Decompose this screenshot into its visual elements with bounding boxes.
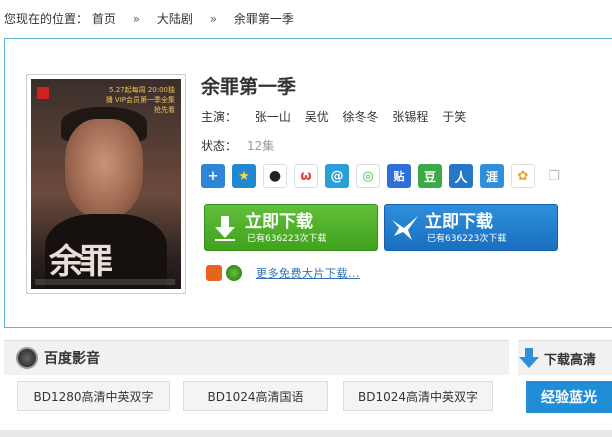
- detail-panel: 5.27起每周 20:00独播 VIP会员第一季全集抢先看 余罪 余罪第一季 主…: [4, 38, 612, 328]
- huaban-icon[interactable]: 涯: [480, 164, 504, 188]
- breadcrumb-item-category[interactable]: 大陆剧: [157, 0, 193, 38]
- film-reel-icon: [16, 347, 38, 369]
- divider: [0, 430, 612, 437]
- copy-icon[interactable]: ❐: [542, 164, 566, 188]
- arrow-down-icon: [206, 265, 222, 281]
- page-title: 余罪第一季: [201, 76, 297, 98]
- download-button-primary[interactable]: 立即下载 已有636223次下载: [204, 204, 378, 251]
- cast-member[interactable]: 张锡程: [392, 110, 428, 124]
- weibo-icon[interactable]: ω: [294, 164, 318, 188]
- breadcrumb-prefix: 您现在的位置：: [4, 12, 89, 26]
- douban-icon[interactable]: 豆: [418, 164, 442, 188]
- cast-member[interactable]: 徐冬冬: [343, 110, 379, 124]
- breadcrumb-separator: »: [209, 12, 218, 26]
- download-arrow-icon: [205, 205, 245, 250]
- qq-penguin-icon[interactable]: ●: [263, 164, 287, 188]
- qzone-star-icon[interactable]: ★: [232, 164, 256, 188]
- status-value: 12集: [247, 139, 275, 153]
- cast-label: 主演：: [201, 110, 238, 124]
- poster-logo: 余罪: [49, 242, 113, 282]
- cast-member[interactable]: 吴优: [305, 110, 329, 124]
- version-button[interactable]: BD1024高清中英双字: [343, 381, 493, 411]
- poster-image[interactable]: 5.27起每周 20:00独播 VIP会员第一季全集抢先看 余罪: [26, 74, 186, 294]
- share-toolbar: + ★ ● ω @ ◎ 贴 豆 人 涯 ✿ ❐: [201, 164, 573, 188]
- plus-share-icon[interactable]: +: [201, 164, 225, 188]
- renren-icon[interactable]: 人: [449, 164, 473, 188]
- tencent-weibo-icon[interactable]: @: [325, 164, 349, 188]
- breadcrumb-separator: »: [132, 12, 141, 26]
- version-button[interactable]: BD1024高清国语: [183, 381, 328, 411]
- section-title: 下载高清: [544, 352, 597, 368]
- cast-list: 主演： 张一山 吴优 徐冬冬 张锡程 于笑: [201, 108, 476, 125]
- status-line: 状态： 12集: [201, 137, 274, 154]
- more-downloads-row: 更多免费大片下载...: [206, 264, 360, 282]
- xunlei-bird-icon: [385, 205, 425, 250]
- version-button[interactable]: BD1280高清中英双字: [17, 381, 170, 411]
- cast-member[interactable]: 于笑: [442, 110, 466, 124]
- cast-member[interactable]: 张一山: [255, 110, 291, 124]
- download-label: 立即下载: [425, 211, 493, 232]
- hq-download-header: 下载高清: [518, 340, 612, 375]
- baidu-player-header: 百度影音: [4, 340, 509, 375]
- section-title: 百度影音: [44, 351, 100, 367]
- globe-icon: [226, 265, 242, 281]
- bluray-button[interactable]: 经验蓝光: [526, 381, 612, 413]
- download-arrow-icon: [519, 348, 539, 368]
- kaixin-icon[interactable]: ✿: [511, 164, 535, 188]
- download-button-xunlei[interactable]: 立即下载 已有636223次下载: [384, 204, 558, 251]
- breadcrumb-item-home[interactable]: 首页: [92, 0, 116, 38]
- breadcrumb: 您现在的位置： 首页 » 大陆剧 » 余罪第一季: [0, 0, 612, 38]
- status-label: 状态：: [201, 139, 238, 153]
- breadcrumb-item-current: 余罪第一季: [233, 12, 294, 26]
- tieba-icon[interactable]: 贴: [387, 164, 411, 188]
- wechat-icon[interactable]: ◎: [356, 164, 380, 188]
- download-count: 已有636223次下载: [427, 233, 507, 244]
- download-label: 立即下载: [245, 211, 313, 232]
- more-downloads-link[interactable]: 更多免费大片下载...: [256, 265, 360, 281]
- download-count: 已有636223次下载: [247, 233, 327, 244]
